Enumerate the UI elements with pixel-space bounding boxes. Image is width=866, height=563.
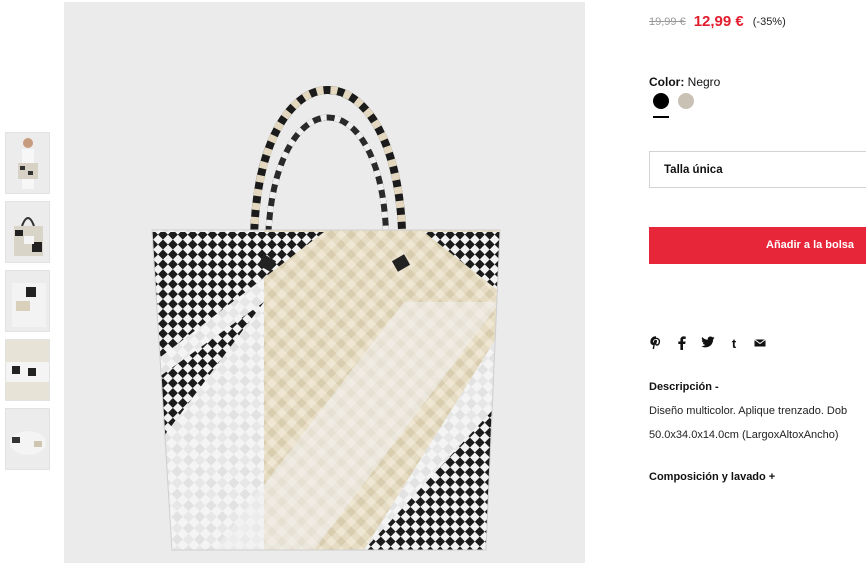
composition-toggle[interactable]: Composición y lavado +: [649, 471, 775, 483]
tumblr-icon[interactable]: t: [727, 336, 741, 352]
thumbnail-detail[interactable]: [5, 339, 50, 401]
color-value: Negro: [687, 75, 721, 89]
description-toggle[interactable]: Descripción -: [649, 381, 719, 393]
swatch-beige[interactable]: [678, 93, 694, 109]
email-icon[interactable]: [753, 336, 767, 352]
thumbnail-model[interactable]: [5, 132, 50, 194]
thumbnail-base[interactable]: [5, 408, 50, 470]
product-image: [64, 2, 585, 563]
description-dimensions: 50.0x34.0x14.0cm (LargoxAltoxAncho): [649, 429, 839, 441]
thumbnail-front[interactable]: [5, 201, 50, 263]
price-block: 19,99 € 12,99 € (-35%): [649, 13, 786, 31]
color-label: Color:: [649, 75, 685, 89]
description-text: Diseño multicolor. Aplique trenzado. Dob: [649, 405, 848, 417]
color-label-row: Color: Negro: [649, 75, 720, 89]
swatch-black[interactable]: [653, 93, 669, 109]
discount-badge: (-35%): [752, 15, 786, 28]
facebook-icon[interactable]: [675, 336, 689, 352]
sale-price: 12,99 €: [693, 13, 744, 31]
pinterest-icon[interactable]: [649, 336, 663, 352]
thumbnail-list: [5, 132, 50, 477]
add-to-bag-button[interactable]: Añadir a la bolsa: [649, 227, 866, 264]
thumbnail-side[interactable]: [5, 270, 50, 332]
selected-swatch-indicator: [653, 116, 669, 118]
twitter-icon[interactable]: [701, 336, 715, 352]
original-price: 19,99 €: [649, 15, 686, 28]
product-info-panel: 19,99 € 12,99 € (-35%) Color: Negro Talla …: [649, 0, 866, 563]
size-selector[interactable]: Talla única: [649, 151, 866, 188]
